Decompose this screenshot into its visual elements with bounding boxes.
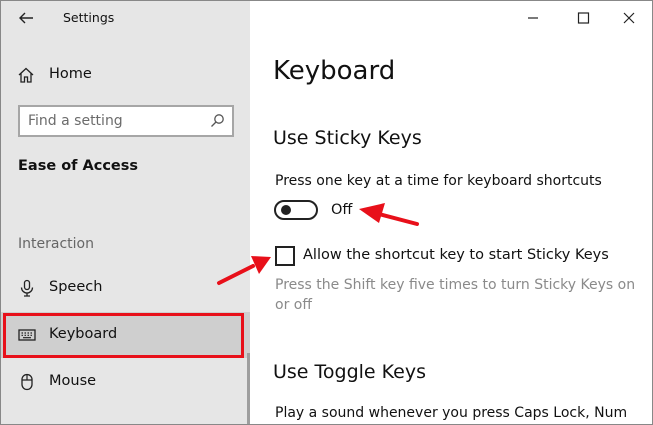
home-nav-item[interactable]: Home (17, 63, 242, 89)
sticky-keys-description: Press one key at a time for keyboard sho… (275, 173, 602, 189)
toggle-state-label: Off (331, 202, 353, 218)
home-icon (18, 67, 34, 83)
sticky-keys-hint: Press the Shift key five times to turn S… (275, 277, 636, 313)
settings-window: Settings Home Ease of Access Interaction… (0, 0, 653, 425)
sidebar-scrollbar[interactable] (247, 353, 250, 424)
back-arrow-icon[interactable] (15, 7, 37, 29)
sidebar-item-label: Mouse (49, 373, 97, 389)
sticky-keys-toggle[interactable] (274, 200, 318, 220)
sidebar-item-keyboard[interactable]: Keyboard (1, 312, 250, 358)
maximize-icon[interactable] (568, 5, 598, 31)
search-box[interactable] (18, 105, 234, 137)
microphone-icon (20, 279, 34, 297)
search-icon[interactable] (209, 113, 225, 129)
sidebar: Settings Home Ease of Access Interaction… (1, 1, 250, 424)
group-label: Interaction (18, 236, 94, 252)
annotation-arrow-toggle (359, 203, 419, 226)
sidebar-item-speech[interactable]: Speech (1, 265, 250, 311)
sticky-keys-heading: Use Sticky Keys (273, 127, 422, 149)
search-input[interactable] (28, 111, 198, 131)
toggle-knob (281, 205, 291, 215)
checkbox-label[interactable]: Allow the shortcut key to start Sticky K… (303, 247, 609, 263)
sidebar-item-label: Speech (49, 279, 103, 295)
sidebar-item-label: Keyboard (49, 326, 118, 342)
section-title: Ease of Access (18, 158, 139, 174)
keyboard-icon (18, 329, 36, 341)
page-title: Keyboard (273, 56, 396, 86)
mouse-icon (21, 373, 33, 391)
toggle-keys-description: Play a sound whenever you press Caps Loc… (275, 405, 628, 421)
sticky-keys-shortcut-checkbox[interactable] (275, 246, 295, 266)
toggle-keys-heading: Use Toggle Keys (273, 361, 427, 383)
close-icon[interactable] (614, 5, 644, 31)
minimize-icon[interactable] (518, 5, 548, 31)
app-title: Settings (63, 10, 115, 25)
title-bar: Settings (1, 1, 250, 35)
home-label: Home (49, 66, 92, 82)
sidebar-item-mouse[interactable]: Mouse (1, 359, 250, 405)
